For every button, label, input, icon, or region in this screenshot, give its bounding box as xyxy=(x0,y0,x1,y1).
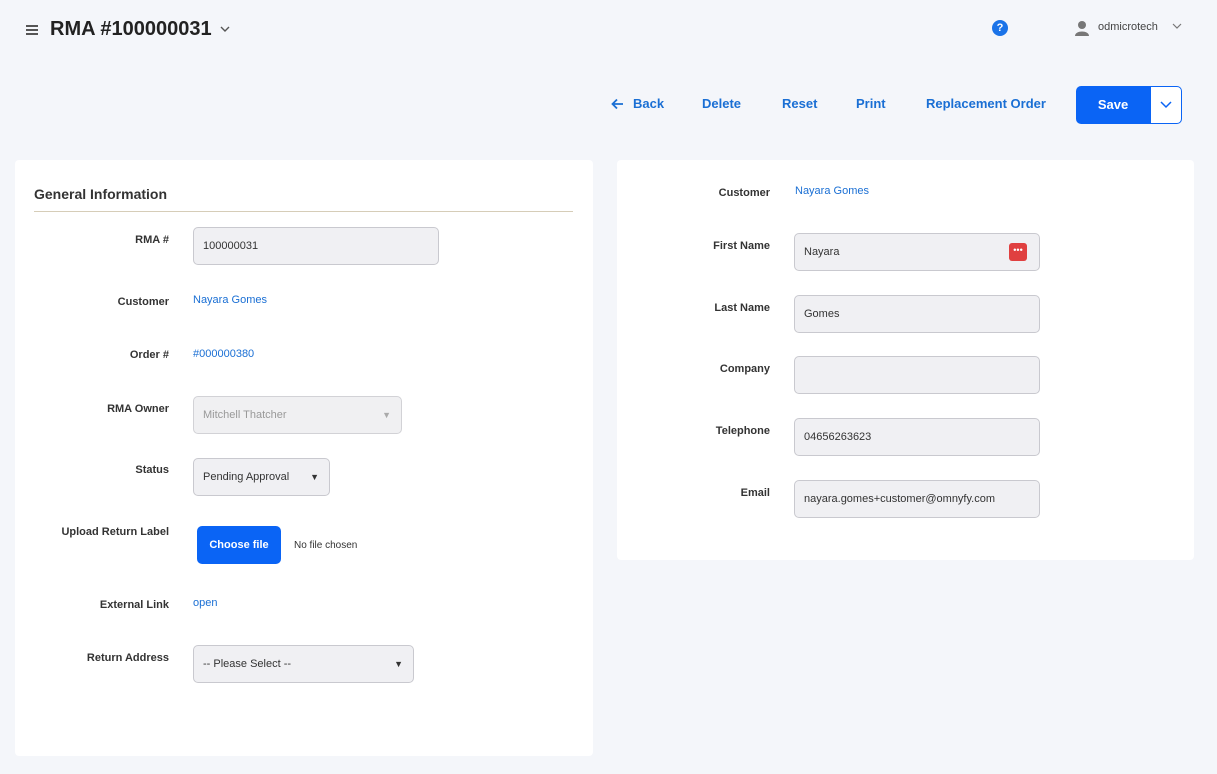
order-number-link[interactable]: #000000380 xyxy=(193,348,254,360)
first-name-field[interactable]: Nayara ••• xyxy=(794,233,1040,271)
customer-link[interactable]: Nayara Gomes xyxy=(193,294,267,306)
user-icon xyxy=(1075,21,1089,36)
password-manager-icon[interactable]: ••• xyxy=(1009,243,1027,261)
customer-link[interactable]: Nayara Gomes xyxy=(795,185,869,197)
save-button[interactable]: Save xyxy=(1076,86,1150,124)
hamburger-icon[interactable] xyxy=(26,25,38,35)
customer-details-card: Customer Nayara Gomes First Name Nayara … xyxy=(617,160,1194,560)
return-address-label: Return Address xyxy=(86,652,169,664)
company-label: Company xyxy=(719,363,770,375)
page-title: RMA #100000031 xyxy=(50,18,212,40)
upload-return-label-label: Upload Return Label xyxy=(61,526,169,538)
rma-number-field[interactable]: 100000031 xyxy=(193,227,439,265)
caret-down-icon: ▼ xyxy=(394,659,403,669)
rma-owner-label: RMA Owner xyxy=(107,403,169,415)
section-divider xyxy=(34,211,573,212)
caret-down-icon: ▼ xyxy=(310,472,319,482)
external-link[interactable]: open xyxy=(193,597,217,609)
status-select[interactable]: Pending Approval ▼ xyxy=(193,458,330,496)
reset-button[interactable]: Reset xyxy=(782,96,817,111)
return-address-value: -- Please Select -- xyxy=(203,658,292,670)
first-name-label: First Name xyxy=(713,240,770,252)
external-link-label: External Link xyxy=(99,599,169,611)
customer-label: Customer xyxy=(117,296,169,308)
help-icon[interactable]: ? xyxy=(992,20,1008,36)
top-bar: RMA #100000031 ? odmicrotech xyxy=(0,0,1217,60)
telephone-label: Telephone xyxy=(715,425,770,437)
save-dropdown-toggle[interactable] xyxy=(1150,86,1182,124)
telephone-field[interactable]: 04656263623 xyxy=(794,418,1040,456)
print-button[interactable]: Print xyxy=(856,96,886,111)
rma-owner-value: Mitchell Thatcher xyxy=(203,409,287,421)
caret-down-icon: ▼ xyxy=(382,410,391,420)
chevron-down-icon xyxy=(1172,23,1182,29)
action-bar: Back Delete Reset Print Replacement Orde… xyxy=(0,86,1217,124)
rma-owner-select[interactable]: Mitchell Thatcher ▼ xyxy=(193,396,402,434)
first-name-value: Nayara xyxy=(804,246,840,258)
choose-file-button[interactable]: Choose file xyxy=(197,526,281,564)
no-file-chosen-text: No file chosen xyxy=(294,540,358,551)
section-title: General Information xyxy=(34,186,168,202)
username: odmicrotech xyxy=(1098,21,1158,33)
back-button[interactable]: Back xyxy=(633,96,664,111)
email-label: Email xyxy=(740,487,770,499)
chevron-down-icon[interactable] xyxy=(218,22,232,36)
customer-label: Customer xyxy=(718,187,770,199)
delete-button[interactable]: Delete xyxy=(702,96,741,111)
status-label: Status xyxy=(135,464,169,476)
chevron-down-icon xyxy=(1160,101,1172,109)
status-value: Pending Approval xyxy=(203,471,290,483)
order-number-label: Order # xyxy=(129,349,169,361)
last-name-label: Last Name xyxy=(714,302,770,314)
return-address-select[interactable]: -- Please Select -- ▼ xyxy=(193,645,414,683)
email-field[interactable]: nayara.gomes+customer@omnyfy.com xyxy=(794,480,1040,518)
rma-number-label: RMA # xyxy=(135,234,169,246)
last-name-field[interactable]: Gomes xyxy=(794,295,1040,333)
company-field[interactable] xyxy=(794,356,1040,394)
arrow-left-icon[interactable] xyxy=(611,98,624,110)
replacement-order-button[interactable]: Replacement Order xyxy=(926,96,1046,111)
general-information-card: General Information RMA # 100000031 Cust… xyxy=(15,160,593,756)
